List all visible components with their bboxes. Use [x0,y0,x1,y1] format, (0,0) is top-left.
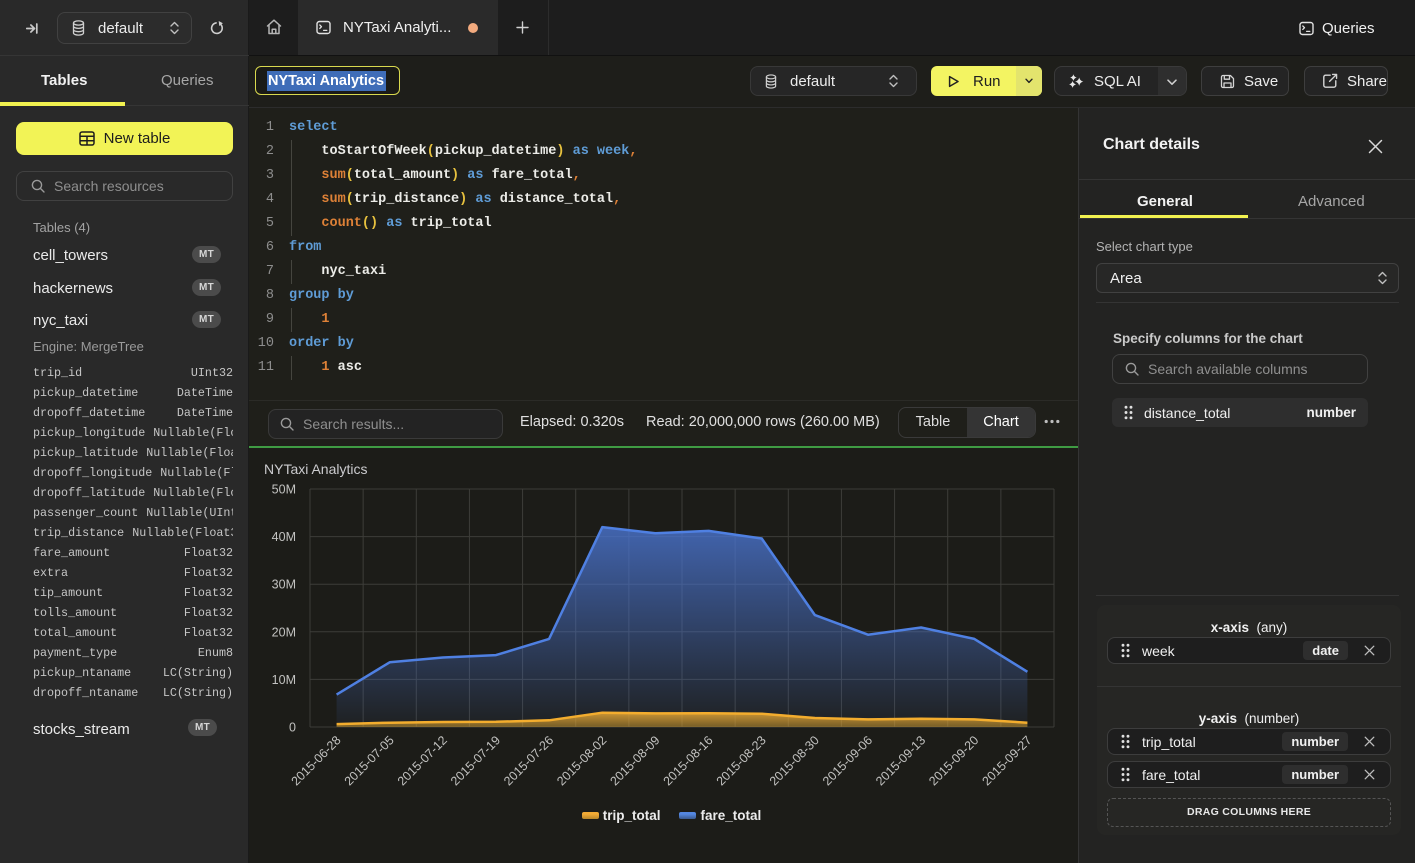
svg-text:2015-09-06: 2015-09-06 [820,733,875,788]
svg-text:20M: 20M [272,625,296,639]
svg-text:30M: 30M [272,578,296,592]
svg-text:10M: 10M [272,673,296,687]
svg-text:2015-08-02: 2015-08-02 [554,733,609,788]
svg-text:2015-08-09: 2015-08-09 [607,733,662,788]
svg-text:40M: 40M [272,530,296,544]
svg-text:2015-08-30: 2015-08-30 [767,733,822,788]
svg-text:2015-07-19: 2015-07-19 [448,733,503,788]
svg-text:2015-07-26: 2015-07-26 [501,733,556,788]
svg-text:2015-07-12: 2015-07-12 [395,733,450,788]
svg-text:50M: 50M [272,483,296,497]
svg-text:2015-09-13: 2015-09-13 [873,733,928,788]
svg-text:2015-08-16: 2015-08-16 [661,733,716,788]
svg-text:2015-07-05: 2015-07-05 [342,733,397,788]
svg-text:2015-09-20: 2015-09-20 [926,733,981,788]
svg-text:2015-08-23: 2015-08-23 [714,733,769,788]
svg-text:2015-06-28: 2015-06-28 [289,733,344,788]
svg-text:2015-09-27: 2015-09-27 [979,733,1034,788]
svg-text:0: 0 [289,721,296,735]
